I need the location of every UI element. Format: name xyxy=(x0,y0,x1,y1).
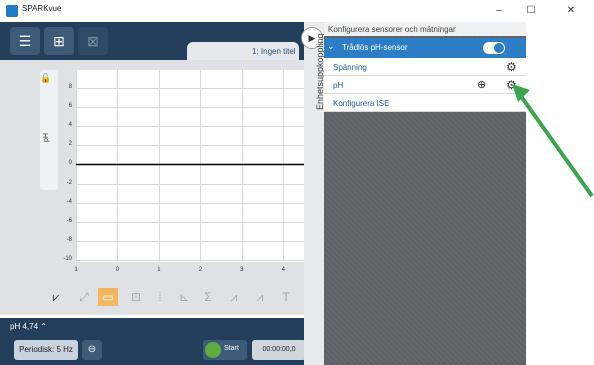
add-annotation-icon[interactable]: ⊡ xyxy=(128,288,144,306)
text-tool-icon[interactable]: T xyxy=(278,288,294,306)
y-axis-label: pH xyxy=(42,133,50,142)
close-button[interactable]: ✕ xyxy=(558,2,584,20)
plot-area[interactable] xyxy=(76,70,304,262)
y-tick-label: 8 xyxy=(68,84,72,90)
y-tick-label: 6 xyxy=(68,103,72,110)
statistics-icon[interactable]: Σ xyxy=(200,288,216,306)
annotation-arrow xyxy=(512,84,594,198)
start-label: Start xyxy=(224,345,239,352)
app-logo-icon xyxy=(6,5,18,17)
curve-fit-icon[interactable]: ⩘ xyxy=(226,288,242,306)
graph-type-icon[interactable]: ⩗ xyxy=(48,288,64,306)
trend-icon[interactable]: ⩘ xyxy=(252,288,268,306)
y-axis-strip[interactable] xyxy=(40,70,58,190)
y-tick-label: -6 xyxy=(66,217,72,224)
grid xyxy=(76,70,304,262)
y-tick-label: -8 xyxy=(66,236,72,243)
minimize-button[interactable]: – xyxy=(486,2,512,20)
x-tick-label: 1 xyxy=(157,267,161,273)
window-title: SPARKvue xyxy=(22,4,62,13)
y-tick-label: -4 xyxy=(66,198,72,205)
maximize-button[interactable]: ☐ xyxy=(518,2,544,20)
y-tick-label: 4 xyxy=(68,122,72,129)
coordinates-icon[interactable]: ⦙ xyxy=(152,288,168,306)
x-tick-label: 4 xyxy=(281,267,285,273)
ph-readout[interactable]: pH 4,74 ⌃ xyxy=(10,322,47,331)
elapsed-time: 00:00:00,0 xyxy=(252,340,306,360)
sensor-name: Trådlös pH-sensor xyxy=(342,43,408,52)
tab-title: 1: Ingen titel xyxy=(252,47,296,56)
scale-to-fit-icon[interactable]: ⤢ xyxy=(76,288,92,306)
x-tick-label: 1 xyxy=(74,267,78,273)
slope-tool-icon[interactable]: ⊾ xyxy=(176,288,192,306)
chevron-down-icon[interactable]: ⌄ xyxy=(327,41,335,52)
x-tick-label: 2 xyxy=(198,267,203,273)
y-tick-label: 2 xyxy=(68,141,72,148)
panel-title: Konfigurera sensorer och mätningar xyxy=(328,25,456,34)
measurement-row-ph[interactable] xyxy=(324,76,526,94)
menu-icon[interactable]: ☰ xyxy=(10,27,40,55)
selection-icon[interactable]: ▭ xyxy=(98,288,118,306)
record-icon xyxy=(205,342,221,358)
y-tick-label: 0 xyxy=(68,160,72,167)
lock-icon[interactable]: 🔓 xyxy=(40,73,51,83)
measurement-label: pH xyxy=(333,81,344,90)
toggle-knob xyxy=(494,43,504,53)
configure-ise-label: Konfigurera ISE xyxy=(333,99,390,108)
sampling-mode-button[interactable]: Periodisk: 5 Hz xyxy=(14,340,78,360)
calibrate-icon[interactable]: ⊕ xyxy=(477,78,486,91)
delete-page-icon[interactable]: ⊠ xyxy=(78,27,108,55)
x-tick-label: 0 xyxy=(115,267,120,273)
add-page-icon[interactable]: ⊞ xyxy=(44,27,74,55)
x-tick-label: 3 xyxy=(240,267,244,273)
y-tick-label: -2 xyxy=(66,179,72,186)
sampling-options-icon[interactable]: ⊖ xyxy=(82,340,102,360)
measurement-label: Spänning xyxy=(333,63,367,72)
gear-icon[interactable]: ⚙ xyxy=(506,60,517,74)
y-tick-label: -10 xyxy=(63,256,72,262)
